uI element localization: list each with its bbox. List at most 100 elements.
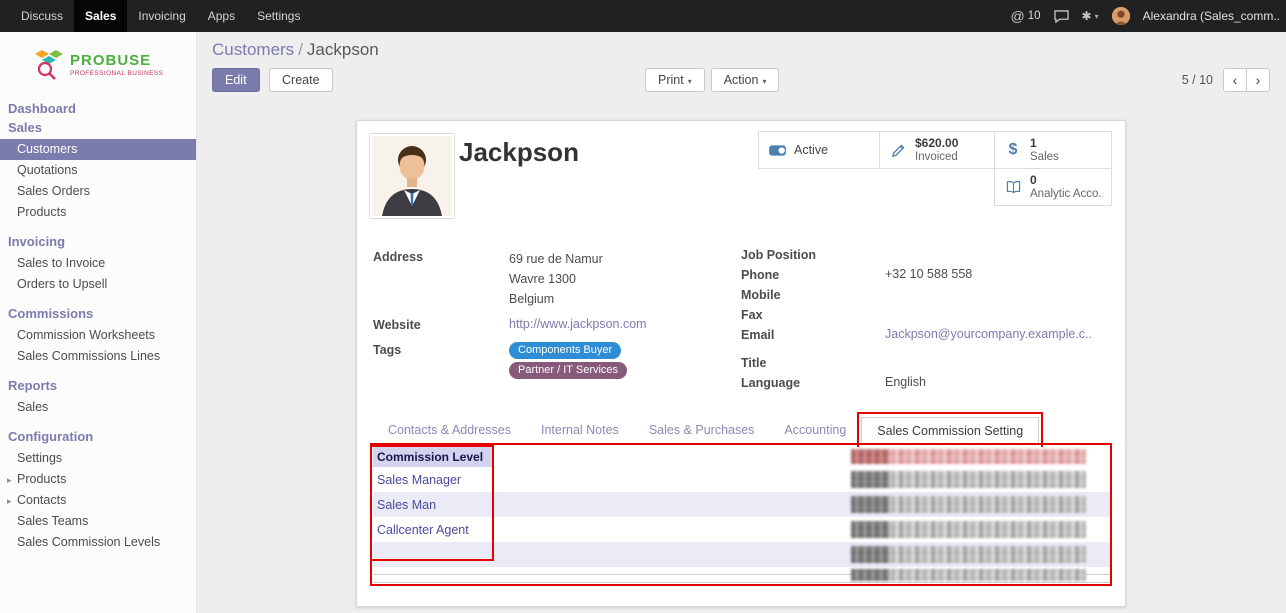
analytic-stat-button[interactable]: 0 Analytic Acco...: [994, 168, 1112, 206]
sidebar-item-sales-teams[interactable]: Sales Teams: [0, 511, 196, 532]
pager-next-button[interactable]: ›: [1246, 68, 1270, 92]
website-link[interactable]: http://www.jackpson.com: [509, 317, 647, 331]
mentions-count: 10: [1028, 10, 1041, 22]
redacted-cell: [851, 449, 1086, 464]
tab-sales-purchases[interactable]: Sales & Purchases: [634, 417, 770, 443]
sidebar-item-sales-commission-levels[interactable]: Sales Commission Levels: [0, 532, 196, 553]
tab-sales-commission-setting[interactable]: Sales Commission Setting: [861, 417, 1039, 444]
user-menu[interactable]: Alexandra (Sales_comm..: [1143, 9, 1280, 23]
commission-level-column-header[interactable]: Commission Level: [373, 447, 493, 467]
redacted-cell: [851, 496, 1086, 513]
commission-level-cell[interactable]: Callcenter Agent: [373, 523, 673, 537]
sidebar-item-config-products[interactable]: ▸Products: [0, 469, 196, 490]
sidebar-heading-configuration[interactable]: Configuration: [0, 424, 196, 448]
dollar-icon: $: [1003, 141, 1023, 159]
sidebar-item-config-contacts[interactable]: ▸Contacts: [0, 490, 196, 511]
pager-value[interactable]: 5 / 10: [1182, 73, 1213, 87]
breadcrumb-customers-link[interactable]: Customers: [212, 40, 294, 59]
action-dropdown[interactable]: Action▾: [711, 68, 780, 92]
systray-star-menu[interactable]: ✱ ▾: [1082, 9, 1099, 23]
action-label: Action: [724, 73, 759, 87]
email-label: Email: [741, 327, 885, 344]
menu-discuss[interactable]: Discuss: [10, 0, 74, 32]
probuse-logo-icon: [34, 48, 64, 82]
sidebar-section-commissions: Commissions Commission Worksheets Sales …: [0, 301, 196, 367]
address-field-row: Address 69 rue de Namur Wavre 1300 Belgi…: [373, 249, 733, 309]
sidebar-item-orders-to-upsell[interactable]: Orders to Upsell: [0, 274, 196, 295]
messages-icon[interactable]: [1054, 10, 1069, 23]
logo-name: PROBUSE: [70, 53, 163, 68]
breadcrumb-current: Jackpson: [307, 40, 379, 59]
title-field-row: Title: [741, 355, 1113, 372]
sidebar-section-configuration: Configuration Settings ▸Products ▸Contac…: [0, 424, 196, 553]
sidebar-heading-commissions[interactable]: Commissions: [0, 301, 196, 325]
expand-caret-icon[interactable]: ▸: [7, 495, 12, 508]
print-dropdown[interactable]: Print▾: [645, 68, 705, 92]
website-field-row: Website http://www.jackpson.com: [373, 317, 733, 334]
email-link[interactable]: Jackpson@yourcompany.example.c..: [885, 327, 1092, 341]
sales-stat-text: 1 Sales: [1030, 136, 1059, 164]
invoiced-stat-button[interactable]: $620.00 Invoiced: [879, 131, 995, 169]
chevron-down-icon: ▾: [1095, 12, 1099, 21]
sidebar-item-quotations[interactable]: Quotations: [0, 160, 196, 181]
expand-caret-icon[interactable]: ▸: [7, 474, 12, 487]
pager-previous-button[interactable]: ‹: [1223, 68, 1247, 92]
create-button[interactable]: Create: [269, 68, 333, 92]
job-position-field-row: Job Position: [741, 247, 1113, 264]
menu-settings[interactable]: Settings: [246, 0, 311, 32]
sidebar-heading-reports[interactable]: Reports: [0, 373, 196, 397]
tab-internal-notes[interactable]: Internal Notes: [526, 417, 634, 443]
sidebar-item-commission-worksheets[interactable]: Commission Worksheets: [0, 325, 196, 346]
notebook-tabs: Contacts & Addresses Internal Notes Sale…: [373, 417, 1111, 444]
commission-level-cell[interactable]: Sales Man: [373, 498, 673, 512]
job-position-label: Job Position: [741, 247, 885, 264]
redacted-cell: [851, 521, 1086, 538]
analytic-stat-text: 0 Analytic Acco...: [1030, 173, 1103, 201]
sidebar-item-products[interactable]: Products: [0, 202, 196, 223]
commission-level-cell[interactable]: Sales Manager: [373, 473, 673, 487]
sidebar-item-settings[interactable]: Settings: [0, 448, 196, 469]
menu-apps[interactable]: Apps: [197, 0, 246, 32]
menu-sales[interactable]: Sales: [74, 0, 127, 32]
field-group-left: Address 69 rue de Namur Wavre 1300 Belgi…: [373, 249, 733, 385]
active-stat-label: Active: [794, 143, 828, 157]
sidebar-heading-dashboard[interactable]: Dashboard: [0, 96, 196, 120]
menu-invoicing[interactable]: Invoicing: [127, 0, 196, 32]
app-logo: PROBUSE PROFESSIONAL BUSINESS: [0, 32, 196, 96]
fax-field-row: Fax: [741, 307, 1113, 324]
stat-buttons: Active $620.00 Invoiced $: [755, 131, 1112, 206]
redacted-cell: [851, 546, 1086, 563]
sidebar-item-sales-to-invoice[interactable]: Sales to Invoice: [0, 253, 196, 274]
tab-label: Sales Commission Setting: [877, 424, 1023, 438]
sidebar-item-sales-commissions-lines[interactable]: Sales Commissions Lines: [0, 346, 196, 367]
language-value: English: [885, 375, 926, 392]
record-title: Jackpson: [459, 137, 579, 168]
edit-button[interactable]: Edit: [212, 68, 260, 92]
sidebar-item-customers[interactable]: Customers: [0, 139, 196, 160]
tab-contacts-addresses[interactable]: Contacts & Addresses: [373, 417, 526, 443]
sales-stat-button[interactable]: $ 1 Sales: [994, 131, 1112, 169]
at-icon: @: [1011, 8, 1025, 24]
phone-value: +32 10 588 558: [885, 267, 972, 284]
redacted-cell: [851, 471, 1086, 488]
user-avatar[interactable]: [1112, 7, 1130, 25]
control-panel: Edit Create Print▾ Action▾ 5 / 10 ‹ ›: [212, 68, 1270, 94]
book-icon: [1003, 180, 1023, 194]
field-group-right: Job Position Phone +32 10 588 558 Mobile…: [741, 247, 1113, 395]
email-field-row: Email Jackpson@yourcompany.example.c..: [741, 327, 1113, 344]
sidebar-item-sales-orders[interactable]: Sales Orders: [0, 181, 196, 202]
customer-photo: [369, 133, 455, 219]
sidebar-heading-sales[interactable]: Sales: [0, 120, 196, 139]
sidebar: PROBUSE PROFESSIONAL BUSINESS Dashboard …: [0, 32, 197, 613]
commission-table: Commission Level Sales Manager Sales Man…: [373, 447, 1111, 583]
pager: 5 / 10 ‹ ›: [1182, 68, 1270, 92]
active-stat-button[interactable]: Active: [758, 131, 880, 169]
sidebar-item-reports-sales[interactable]: Sales: [0, 397, 196, 418]
logo-text-block: PROBUSE PROFESSIONAL BUSINESS: [70, 53, 163, 77]
website-label: Website: [373, 317, 509, 334]
logo-tagline: PROFESSIONAL BUSINESS: [70, 70, 163, 77]
tab-accounting[interactable]: Accounting: [769, 417, 861, 443]
mentions-icon[interactable]: @ 10: [1011, 8, 1041, 24]
main-content: Customers/Jackpson Edit Create Print▾ Ac…: [197, 32, 1286, 613]
sidebar-heading-invoicing[interactable]: Invoicing: [0, 229, 196, 253]
